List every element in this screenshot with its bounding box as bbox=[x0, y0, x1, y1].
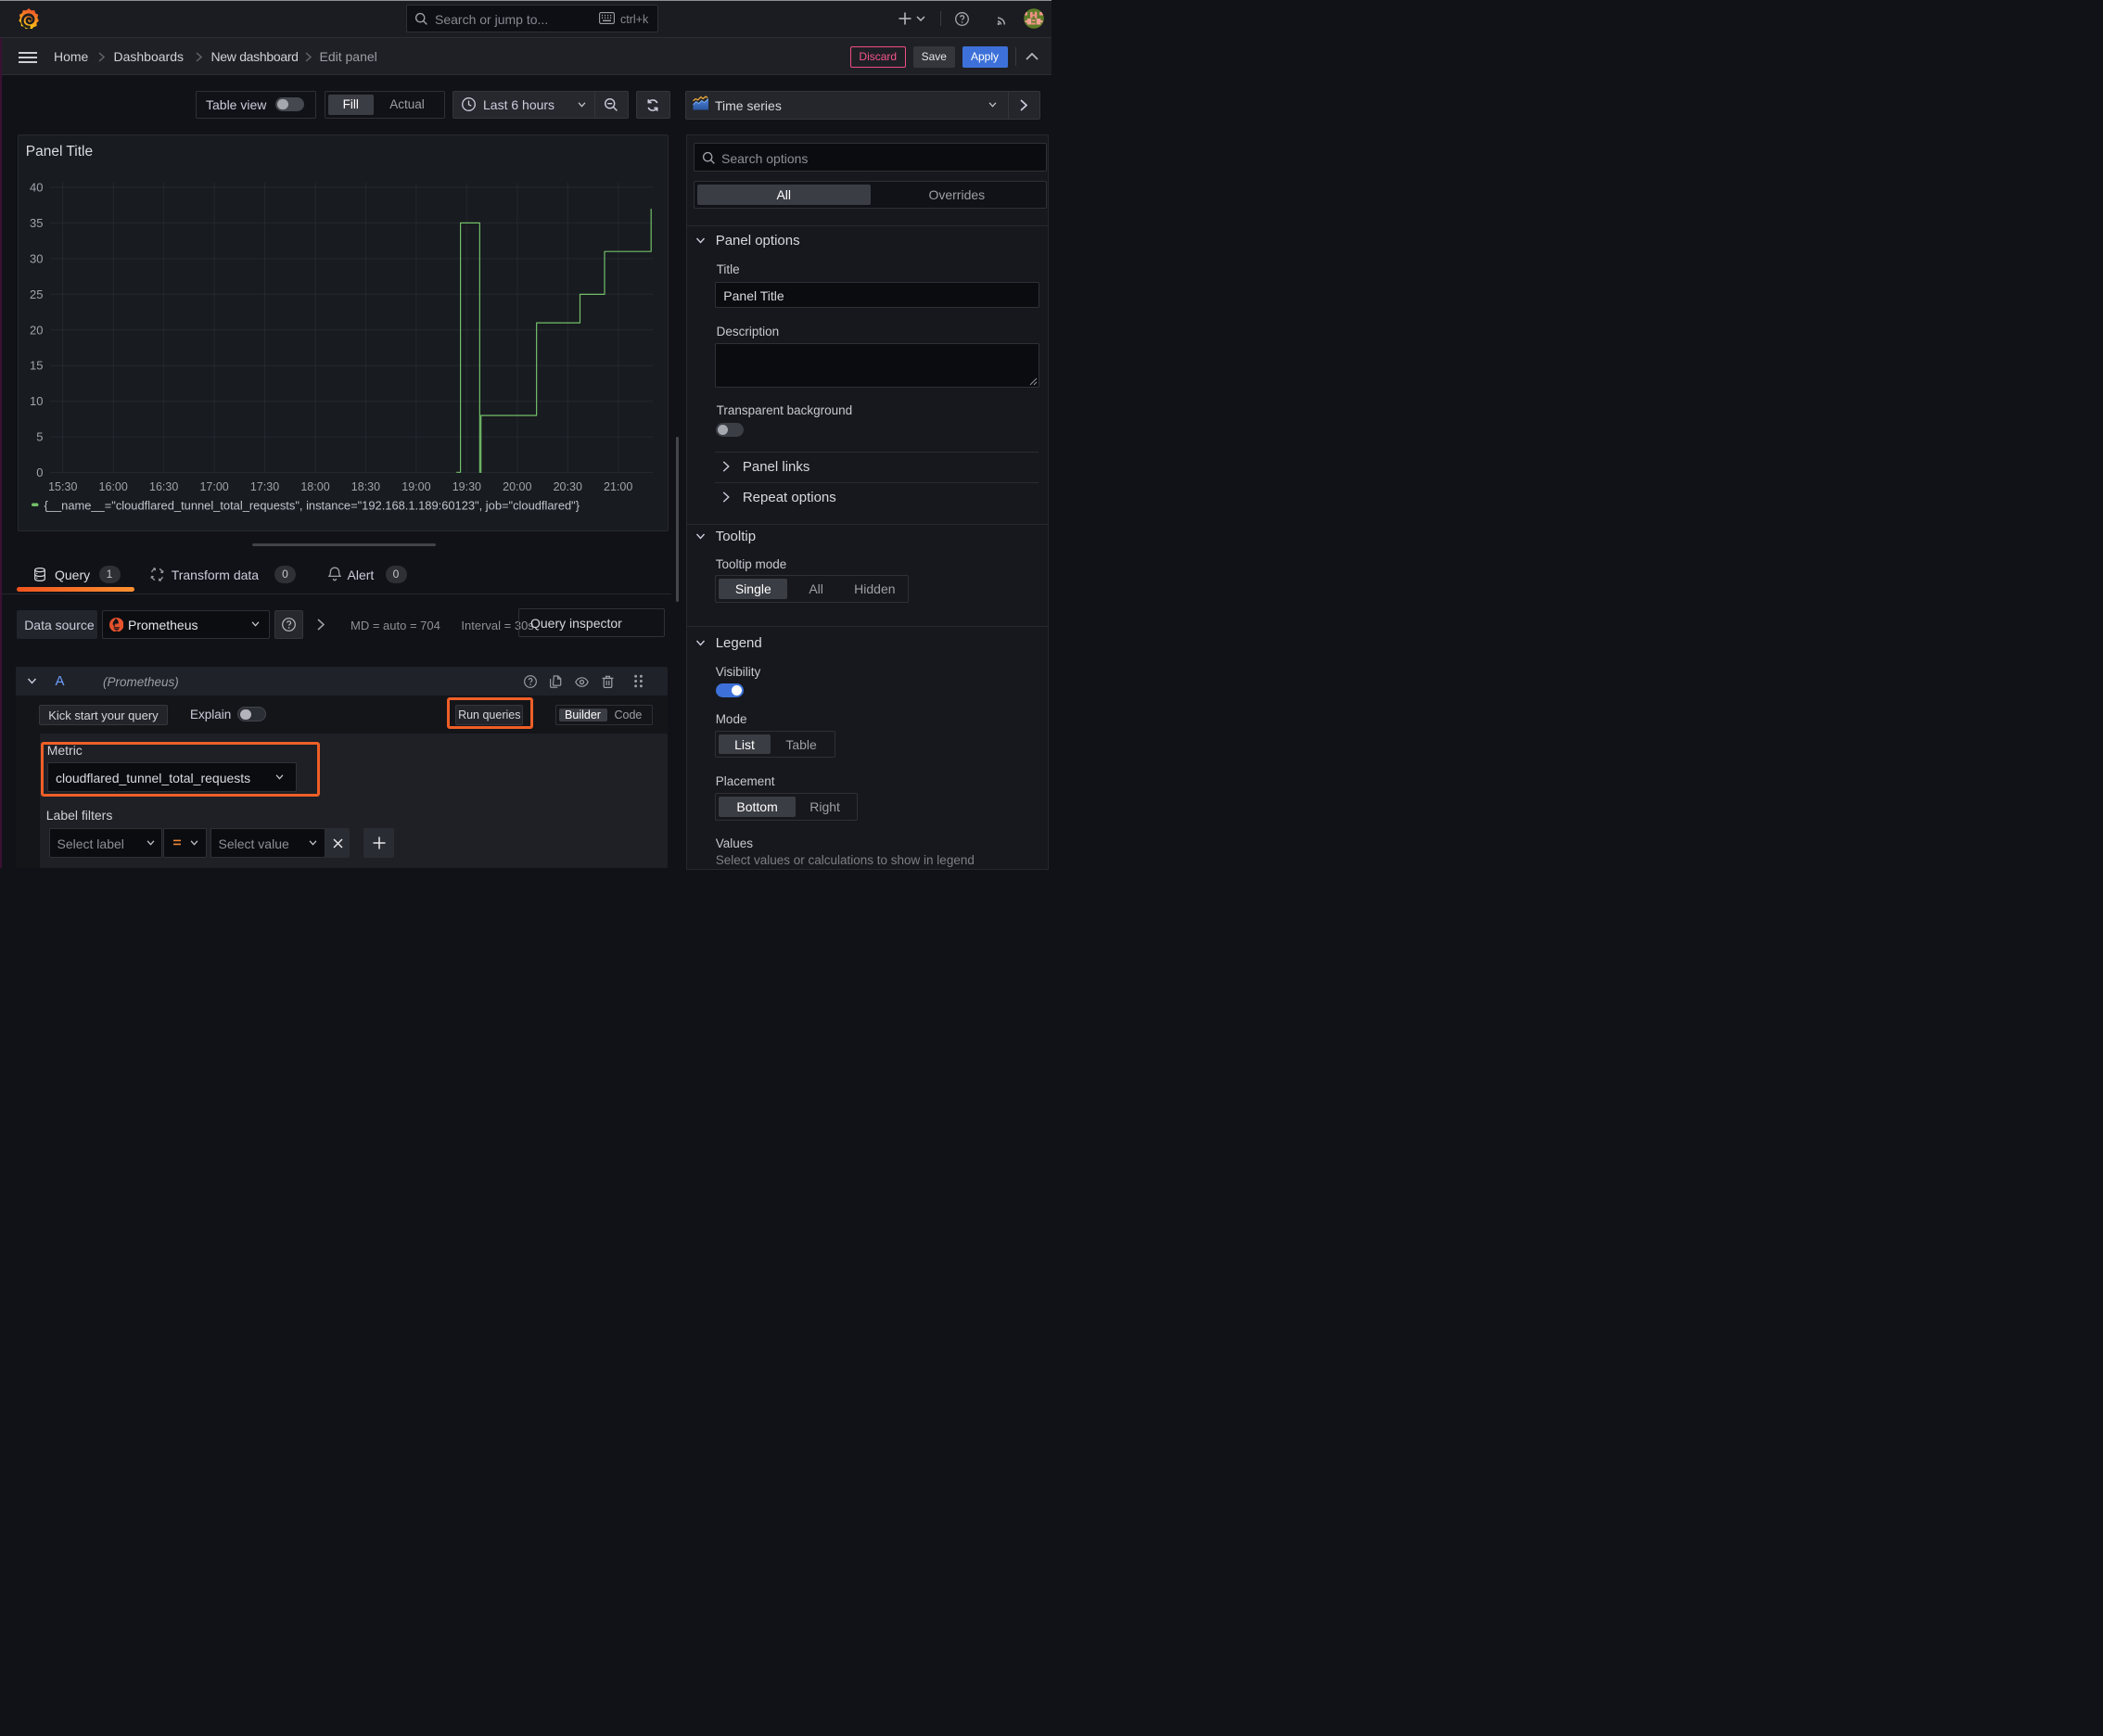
svg-text:35: 35 bbox=[30, 216, 43, 230]
svg-text:25: 25 bbox=[30, 287, 43, 301]
svg-text:21:00: 21:00 bbox=[604, 480, 632, 493]
svg-text:16:00: 16:00 bbox=[99, 480, 128, 493]
svg-text:18:00: 18:00 bbox=[300, 480, 329, 493]
svg-text:{__name__="cloudflared_tunnel_: {__name__="cloudflared_tunnel_total_requ… bbox=[45, 499, 580, 513]
svg-text:15:30: 15:30 bbox=[48, 480, 77, 493]
svg-text:18:30: 18:30 bbox=[351, 480, 380, 493]
svg-text:20:00: 20:00 bbox=[503, 480, 531, 493]
svg-text:16:30: 16:30 bbox=[149, 480, 178, 493]
svg-text:19:30: 19:30 bbox=[452, 480, 481, 493]
svg-text:17:00: 17:00 bbox=[199, 480, 228, 493]
svg-text:19:00: 19:00 bbox=[401, 480, 430, 493]
svg-text:20: 20 bbox=[30, 323, 43, 337]
svg-text:10: 10 bbox=[30, 394, 43, 408]
svg-text:40: 40 bbox=[30, 181, 43, 195]
svg-text:20:30: 20:30 bbox=[554, 480, 582, 493]
svg-text:5: 5 bbox=[36, 430, 43, 444]
svg-text:0: 0 bbox=[36, 466, 43, 479]
svg-text:17:30: 17:30 bbox=[250, 480, 279, 493]
svg-text:15: 15 bbox=[30, 359, 43, 373]
svg-text:30: 30 bbox=[30, 251, 43, 265]
